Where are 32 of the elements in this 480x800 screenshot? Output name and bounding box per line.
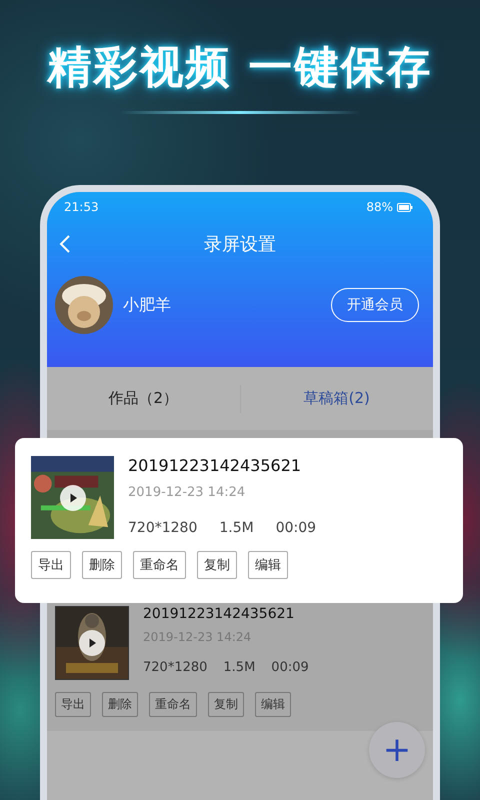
video-duration: 00:09 <box>271 660 309 675</box>
battery-icon <box>397 202 413 212</box>
action-button[interactable]: 复制 <box>197 551 237 579</box>
action-button[interactable]: 重命名 <box>133 551 186 579</box>
status-time: 21:53 <box>64 200 99 214</box>
add-button[interactable]: + <box>369 722 425 778</box>
video-size: 1.5M <box>219 520 254 536</box>
video-duration: 00:09 <box>276 520 316 536</box>
action-button[interactable]: 编辑 <box>248 551 288 579</box>
action-button[interactable]: 导出 <box>31 551 71 579</box>
vip-button[interactable]: 开通会员 <box>331 288 419 322</box>
video-size: 1.5M <box>223 660 256 675</box>
action-button[interactable]: 删除 <box>82 551 122 579</box>
page-title: 录屏设置 <box>204 233 276 256</box>
action-button[interactable]: 重命名 <box>149 692 197 717</box>
action-button[interactable]: 删除 <box>102 692 138 717</box>
video-resolution: 720*1280 <box>128 520 198 536</box>
action-button[interactable]: 复制 <box>208 692 244 717</box>
play-icon[interactable] <box>79 630 105 656</box>
video-name: 20191223142435621 <box>128 456 302 475</box>
play-icon[interactable] <box>60 484 86 510</box>
headline: 精彩视频 一键保存 <box>47 41 433 95</box>
battery-percent: 88% <box>366 200 393 214</box>
video-name: 20191223142435621 <box>143 606 296 622</box>
video-date: 2019-12-23 14:24 <box>128 485 246 500</box>
tab[interactable]: 草稿箱(2) <box>240 381 433 416</box>
back-icon[interactable] <box>59 234 71 254</box>
action-button[interactable]: 编辑 <box>255 692 291 717</box>
tab[interactable]: 作品（2） <box>47 381 240 416</box>
action-button[interactable]: 导出 <box>55 692 91 717</box>
user-name: 小肥羊 <box>123 294 172 316</box>
video-resolution: 720*1280 <box>143 660 208 675</box>
